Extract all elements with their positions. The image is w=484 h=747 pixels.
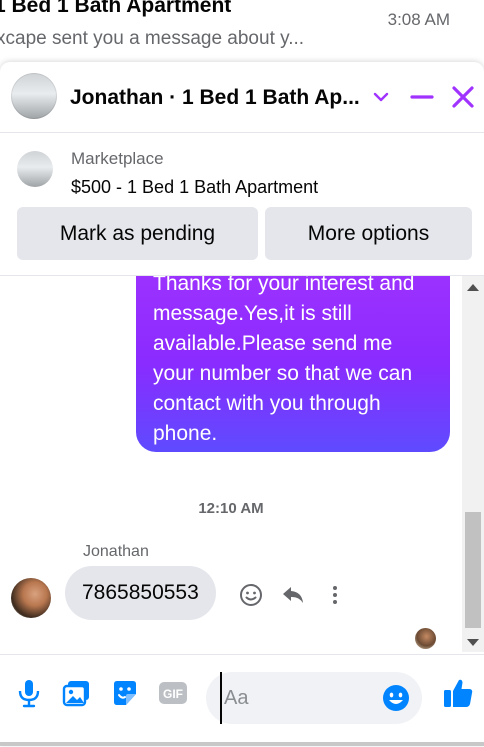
- gif-icon[interactable]: GIF: [157, 677, 189, 709]
- photo-icon[interactable]: [61, 677, 93, 709]
- mark-as-pending-button[interactable]: Mark as pending: [17, 207, 258, 260]
- sender-avatar[interactable]: [11, 578, 51, 618]
- outgoing-message[interactable]: Thanks for your interest and message.Yes…: [136, 276, 450, 452]
- message-composer: GIF: [0, 654, 484, 747]
- seen-receipt-avatar: [415, 628, 436, 649]
- listing-title[interactable]: $500 - 1 Bed 1 Bath Apartment: [71, 177, 318, 198]
- svg-text:GIF: GIF: [163, 687, 183, 701]
- microphone-icon[interactable]: [13, 677, 45, 709]
- more-icon[interactable]: [321, 581, 349, 609]
- emoji-icon[interactable]: [381, 683, 411, 713]
- background-notification: 1 Bed 1 Bath Apartment xcape sent you a …: [0, 0, 484, 62]
- chat-header: Jonathan · 1 Bed 1 Bath Ap...: [0, 62, 484, 133]
- emoji-react-icon[interactable]: [237, 581, 265, 609]
- marketplace-panel: Marketplace $500 - 1 Bed 1 Bath Apartmen…: [0, 132, 484, 276]
- incoming-message[interactable]: 7865850553: [65, 566, 216, 620]
- notification-time: 3:08 AM: [387, 10, 450, 29]
- notification-preview: xcape sent you a message about y...: [0, 28, 305, 49]
- scroll-down-icon[interactable]: [467, 639, 479, 646]
- marketplace-label: Marketplace: [71, 149, 164, 168]
- notification-title: 1 Bed 1 Bath Apartment: [0, 0, 232, 17]
- message-timestamp: 12:10 AM: [198, 500, 264, 517]
- conversation-avatar[interactable]: [11, 73, 57, 119]
- message-list: Thanks for your interest and message.Yes…: [0, 276, 462, 652]
- thumbs-up-icon[interactable]: [442, 677, 474, 709]
- minimize-icon[interactable]: [407, 82, 437, 112]
- listing-thumbnail[interactable]: [17, 151, 53, 187]
- conversation-title[interactable]: Jonathan · 1 Bed 1 Bath Ap...: [70, 86, 360, 110]
- scroll-up-icon[interactable]: [467, 284, 479, 291]
- close-icon[interactable]: [448, 82, 478, 112]
- sender-name: Jonathan: [83, 543, 149, 560]
- message-input-wrapper: [206, 672, 422, 724]
- message-input[interactable]: [220, 672, 370, 724]
- more-options-button[interactable]: More options: [265, 207, 472, 260]
- sticker-icon[interactable]: [109, 677, 141, 709]
- message-scrollbar[interactable]: [462, 276, 484, 652]
- scroll-thumb[interactable]: [465, 512, 481, 628]
- reply-icon[interactable]: [279, 581, 307, 609]
- chat-window: Jonathan · 1 Bed 1 Bath Ap... Marketplac…: [0, 62, 484, 746]
- window-bottom-edge: [0, 742, 484, 746]
- chevron-down-icon[interactable]: [366, 82, 396, 112]
